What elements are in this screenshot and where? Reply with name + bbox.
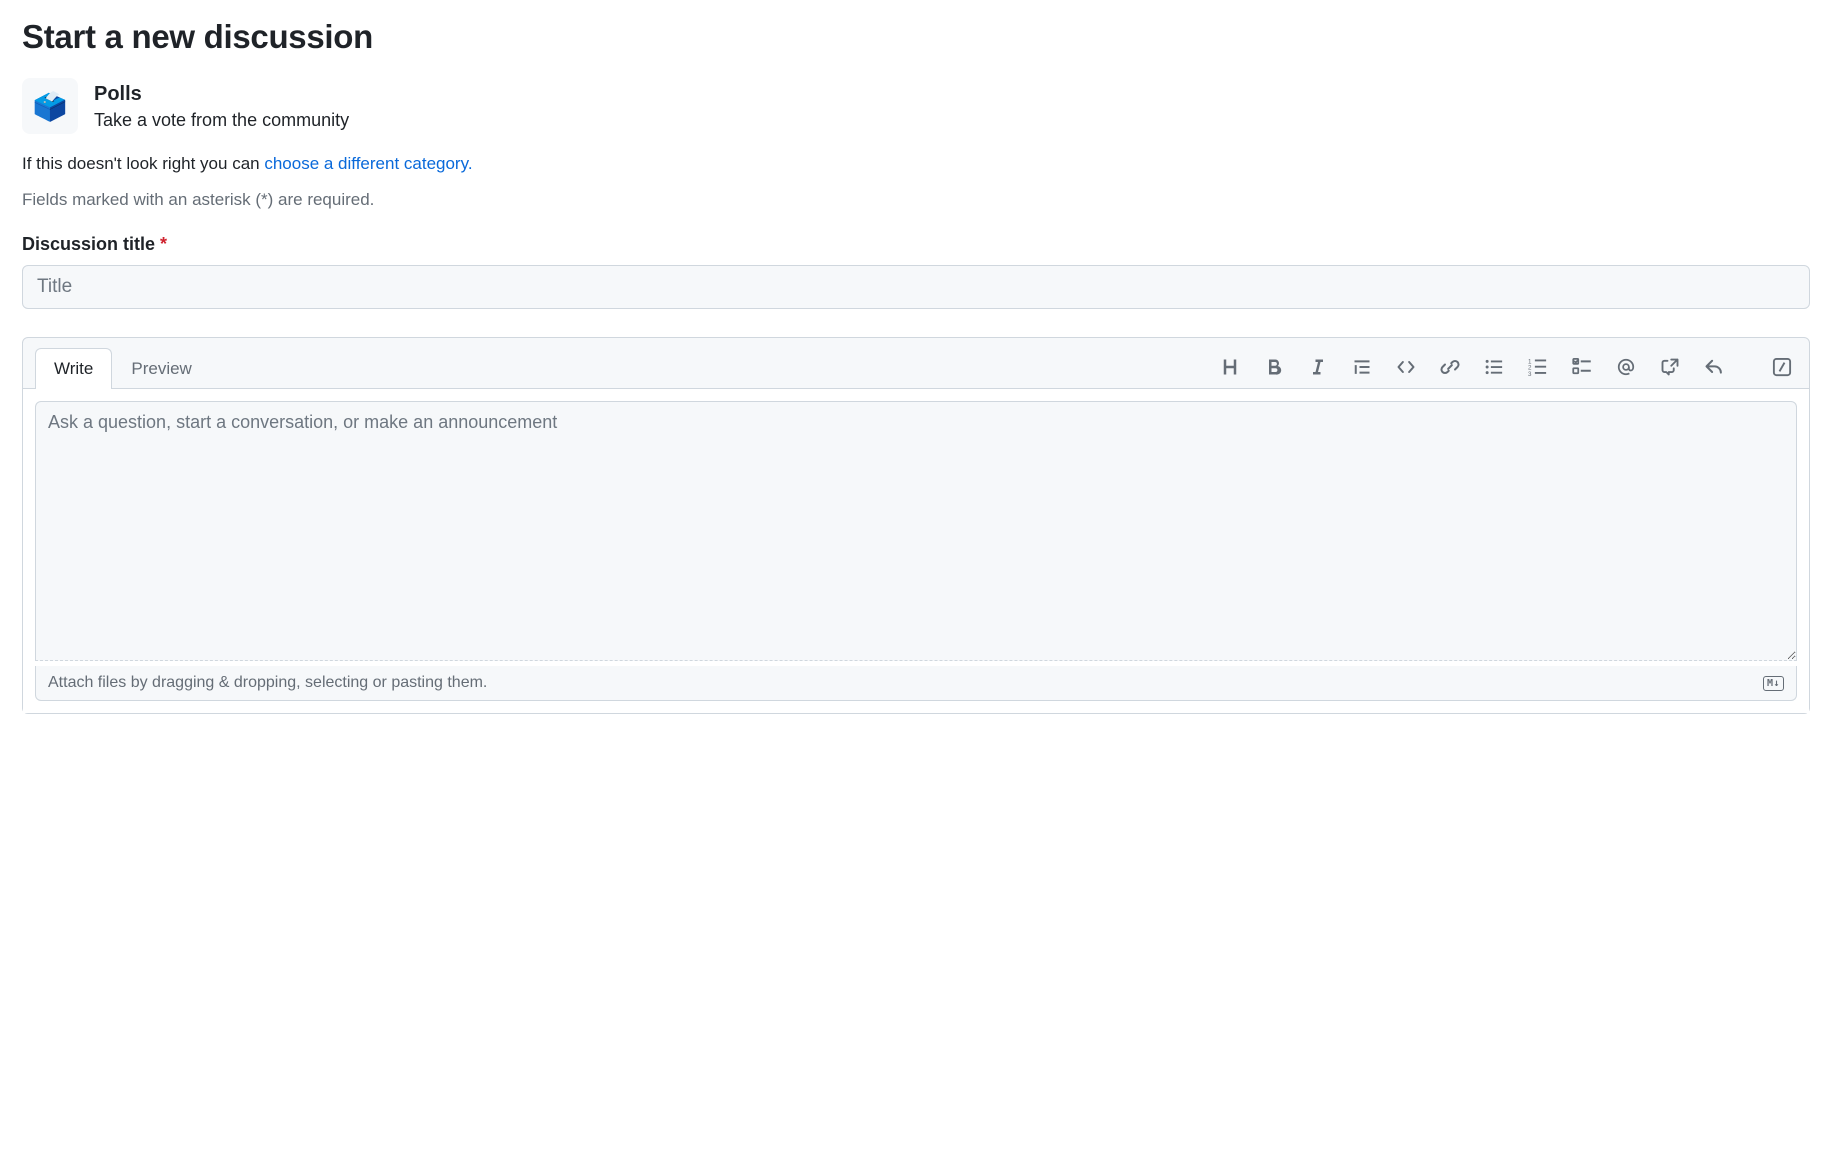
category-hint-prefix: If this doesn't look right you can (22, 154, 264, 173)
required-fields-note: Fields marked with an asterisk (*) are r… (22, 190, 1810, 210)
italic-icon[interactable] (1307, 356, 1329, 378)
page-title: Start a new discussion (22, 18, 1810, 56)
mention-icon[interactable] (1615, 356, 1637, 378)
editor-tabs: Write Preview (35, 348, 211, 389)
editor-body: Attach files by dragging & dropping, sel… (23, 389, 1809, 713)
bold-icon[interactable] (1263, 356, 1285, 378)
attach-bar[interactable]: Attach files by dragging & dropping, sel… (35, 666, 1797, 701)
task-list-icon[interactable] (1571, 356, 1593, 378)
category-description: Take a vote from the community (94, 110, 349, 131)
tab-preview[interactable]: Preview (112, 348, 210, 389)
quote-icon[interactable] (1351, 356, 1373, 378)
discussion-title-label: Discussion title * (22, 234, 1810, 255)
ballot-box-icon: 🗳️ (22, 78, 78, 134)
category-hint: If this doesn't look right you can choos… (22, 154, 1810, 174)
link-icon[interactable] (1439, 356, 1461, 378)
choose-category-link[interactable]: choose a different category. (264, 154, 472, 173)
svg-text:3: 3 (1528, 371, 1532, 377)
reply-icon[interactable] (1703, 356, 1725, 378)
discussion-title-label-text: Discussion title (22, 234, 155, 254)
category-row: 🗳️ Polls Take a vote from the community (22, 78, 1810, 134)
discussion-title-input[interactable] (22, 265, 1810, 309)
discussion-body-textarea[interactable] (35, 401, 1797, 661)
tab-write[interactable]: Write (35, 348, 112, 389)
editor-toolbar: 123 (1219, 356, 1797, 388)
unordered-list-icon[interactable] (1483, 356, 1505, 378)
markdown-icon[interactable]: M↓ (1763, 676, 1784, 691)
category-text: Polls Take a vote from the community (94, 82, 349, 131)
code-icon[interactable] (1395, 356, 1417, 378)
heading-icon[interactable] (1219, 356, 1241, 378)
editor-box: Write Preview (22, 337, 1810, 714)
editor-header: Write Preview (23, 338, 1809, 389)
ordered-list-icon[interactable]: 123 (1527, 356, 1549, 378)
required-star: * (160, 234, 167, 254)
slash-commands-icon[interactable] (1771, 356, 1793, 378)
cross-reference-icon[interactable] (1659, 356, 1681, 378)
category-name: Polls (94, 82, 349, 106)
attach-hint: Attach files by dragging & dropping, sel… (48, 674, 487, 692)
